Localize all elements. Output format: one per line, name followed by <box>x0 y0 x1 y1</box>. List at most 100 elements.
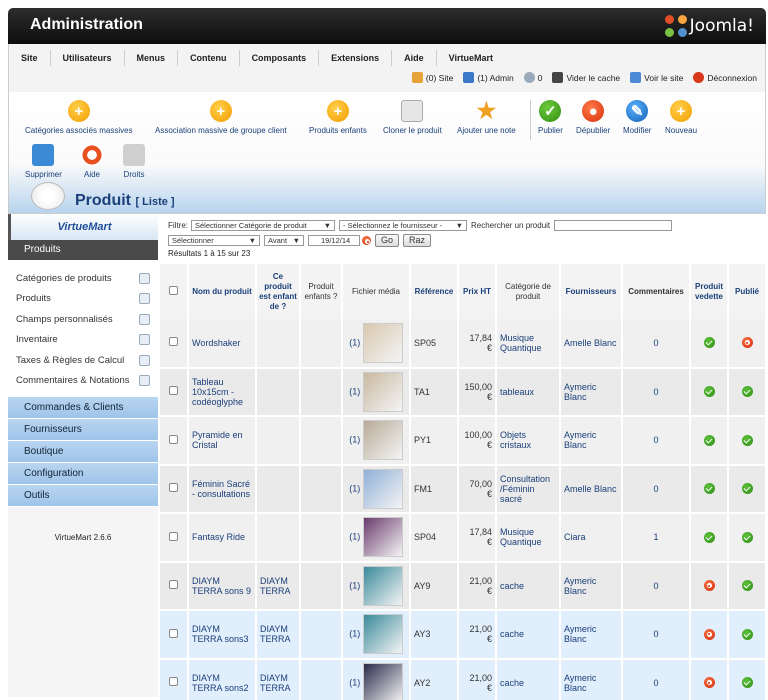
rights-button[interactable]: Droits <box>123 144 145 179</box>
supplier-select[interactable]: - Sélectionnez le fournisseur - ▼ <box>339 220 467 231</box>
row-checkbox[interactable] <box>169 677 178 687</box>
published-check-icon[interactable] <box>741 531 753 543</box>
product-parent[interactable]: DIAYM TERRA <box>256 610 301 660</box>
product-name[interactable]: DIAYM TERRA sons2 <box>188 658 257 700</box>
product-name[interactable]: Tableau 10x15cm - codéoglyphe <box>188 367 257 417</box>
col-published[interactable]: Publié <box>728 264 767 319</box>
product-name[interactable]: Wordshaker <box>188 319 257 369</box>
sidebar-tools[interactable]: Outils <box>8 485 158 507</box>
col-parent[interactable]: Ce produit est enfant de ? <box>256 264 301 319</box>
table-row[interactable]: Pyramide en Cristal (1) PY1 100,00 € Objets… <box>160 416 767 466</box>
sidebar-item-inventory[interactable]: Inventaire <box>8 330 158 351</box>
joomla-logo[interactable]: Joomla! <box>664 15 754 37</box>
col-name[interactable]: Nom du produit <box>188 264 257 319</box>
status-site[interactable]: (0) Site <box>411 72 453 83</box>
featured-check-icon[interactable] <box>703 434 715 446</box>
sidebar-section-products[interactable]: Produits <box>8 240 158 260</box>
delete-button[interactable]: Supprimer <box>25 144 62 179</box>
product-media[interactable]: (1) <box>342 367 411 417</box>
product-media[interactable]: (1) <box>342 416 411 466</box>
add-note-button[interactable]: ★ Ajouter une note <box>457 100 516 136</box>
sidebar-item-taxes[interactable]: Taxes & Règles de Calcul <box>8 350 158 371</box>
status-messages[interactable]: 0 <box>523 72 542 83</box>
sidebar-suppliers[interactable]: Fournisseurs <box>8 419 158 441</box>
assoc-group-button[interactable]: + Association massive de groupe client <box>155 100 287 135</box>
row-checkbox[interactable] <box>169 483 178 493</box>
col-suppliers[interactable]: Fournisseurs <box>560 264 623 319</box>
search-input[interactable] <box>554 220 673 231</box>
product-comments[interactable]: 0 <box>622 561 691 611</box>
product-parent[interactable] <box>256 367 301 417</box>
published-check-icon[interactable] <box>741 434 753 446</box>
product-supplier[interactable]: Aymeric Blanc <box>560 610 623 660</box>
table-row[interactable]: DIAYM TERRA sons3 DIAYM TERRA (1) AY3 21,00… <box>160 610 767 660</box>
calendar-reset-icon[interactable] <box>362 236 371 245</box>
publish-button[interactable]: ✓ Publier <box>538 100 563 135</box>
edit-button[interactable]: ✎ Modifier <box>623 100 651 135</box>
before-select[interactable]: Avant ▼ <box>264 235 304 246</box>
product-parent[interactable] <box>256 416 301 466</box>
col-featured[interactable]: Produit vedette <box>690 264 729 319</box>
published-check-icon[interactable] <box>741 628 753 640</box>
product-category[interactable]: Consultation /Féminin sacré <box>496 464 561 514</box>
table-row[interactable]: Tableau 10x15cm - codéoglyphe (1) TA1 150,… <box>160 367 767 417</box>
product-name[interactable]: Pyramide en Cristal <box>188 416 257 466</box>
table-row[interactable]: Féminin Sacré - consultations (1) FM1 70,0… <box>160 464 767 514</box>
published-check-icon[interactable] <box>741 386 753 398</box>
table-row[interactable]: Fantasy Ride (1) SP04 17,84 € Musique Quant… <box>160 513 767 563</box>
product-name[interactable]: Féminin Sacré - consultations <box>188 464 257 514</box>
product-comments[interactable]: 0 <box>622 416 691 466</box>
product-comments[interactable]: 0 <box>622 319 691 369</box>
date-input[interactable]: 19/12/14 <box>308 235 360 246</box>
product-media[interactable]: (1) <box>342 561 411 611</box>
product-name[interactable]: DIAYM TERRA sons 9 <box>188 561 257 611</box>
clone-product-button[interactable]: Cloner le produit <box>383 100 442 135</box>
view-site-link[interactable]: Voir le site <box>630 72 683 83</box>
unpublish-button[interactable]: ● Dépublier <box>576 100 610 135</box>
product-category[interactable]: tableaux <box>496 367 561 417</box>
product-parent[interactable] <box>256 513 301 563</box>
menu-virtuemart[interactable]: VirtueMart <box>437 50 505 66</box>
sidebar-configuration[interactable]: Configuration <box>8 463 158 485</box>
product-comments[interactable]: 0 <box>622 464 691 514</box>
featured-check-icon[interactable] <box>703 337 715 349</box>
menu-extensions[interactable]: Extensions <box>319 50 393 66</box>
product-parent[interactable] <box>256 319 301 369</box>
clear-cache-link[interactable]: Vider le cache <box>552 72 620 83</box>
product-category[interactable]: cache <box>496 561 561 611</box>
product-supplier[interactable]: Ciara <box>560 513 623 563</box>
product-parent[interactable] <box>256 464 301 514</box>
sidebar-orders-customers[interactable]: Commandes & Clients <box>8 397 158 419</box>
product-supplier[interactable]: Amelle Blanc <box>560 464 623 514</box>
sidebar-item-categories[interactable]: Catégories de produits <box>8 268 158 289</box>
row-checkbox[interactable] <box>169 531 178 541</box>
table-row[interactable]: DIAYM TERRA sons2 DIAYM TERRA (1) AY2 21,00… <box>160 658 767 700</box>
product-parent[interactable]: DIAYM TERRA <box>256 658 301 700</box>
menu-help[interactable]: Aide <box>392 50 437 66</box>
product-category[interactable]: Musique Quantique <box>496 319 561 369</box>
featured-check-icon[interactable] <box>703 531 715 543</box>
row-checkbox[interactable] <box>169 337 178 347</box>
help-button[interactable]: Aide <box>81 144 103 179</box>
col-reference[interactable]: Référence <box>410 264 459 319</box>
select-all-checkbox[interactable] <box>169 285 178 295</box>
product-media[interactable]: (1) <box>342 464 411 514</box>
status-admin[interactable]: (1) Admin <box>463 72 514 83</box>
unpublished-icon[interactable] <box>741 337 753 349</box>
reset-button[interactable]: Raz <box>403 234 432 247</box>
product-category[interactable]: cache <box>496 610 561 660</box>
not-featured-icon[interactable] <box>703 628 715 640</box>
menu-content[interactable]: Contenu <box>178 50 240 66</box>
product-comments[interactable]: 0 <box>622 610 691 660</box>
sidebar-item-products[interactable]: Produits <box>8 289 158 310</box>
product-supplier[interactable]: Aymeric Blanc <box>560 561 623 611</box>
published-check-icon[interactable] <box>741 580 753 592</box>
product-supplier[interactable]: Aymeric Blanc <box>560 367 623 417</box>
product-category[interactable]: Musique Quantique <box>496 513 561 563</box>
col-price[interactable]: Prix HT <box>458 264 497 319</box>
product-parent[interactable]: DIAYM TERRA <box>256 561 301 611</box>
featured-check-icon[interactable] <box>703 483 715 495</box>
logout-link[interactable]: Déconnexion <box>693 72 757 83</box>
not-featured-icon[interactable] <box>703 677 715 689</box>
product-name[interactable]: Fantasy Ride <box>188 513 257 563</box>
